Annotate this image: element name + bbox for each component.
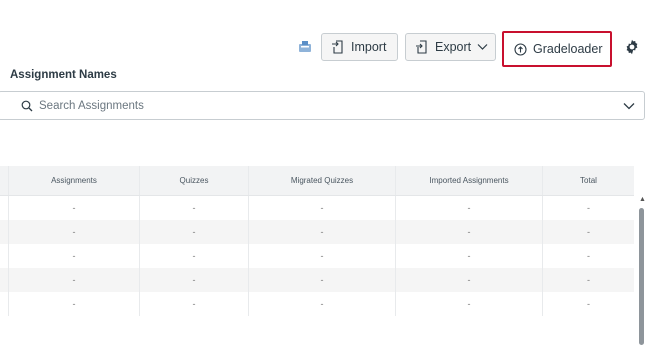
student-view-icon[interactable] [298,40,312,59]
gradeloader-button[interactable]: Gradeloader [502,31,612,67]
table-row: - - - - - [0,196,634,220]
table-row: - - - - - [0,292,634,316]
scrollbar-thumb[interactable] [639,208,644,345]
table-cell: - [396,196,543,220]
table-cell: - [396,244,543,268]
search-assignments-input[interactable] [39,99,623,112]
table-header-row: Assignments Quizzes Migrated Quizzes Imp… [0,166,634,196]
table-cell: - [396,292,543,316]
table-cell: - [140,292,249,316]
table-cell: - [140,196,249,220]
export-icon [416,40,427,54]
column-header-assignments: Assignments [9,166,140,195]
search-icon [21,100,33,112]
table-cell: - [9,292,140,316]
column-header-total: Total [580,176,597,185]
table-row: - - - - - [0,244,634,268]
import-icon [332,40,343,54]
table-row: - - - - - [0,268,634,292]
table-cell: - [249,196,396,220]
grade-summary-table: Assignments Quizzes Migrated Quizzes Imp… [0,166,634,316]
table-cell: - [396,268,543,292]
table-cell: - [140,220,249,244]
assignment-search-box[interactable] [0,91,645,120]
table-cell: - [396,220,543,244]
table-cell: - [140,244,249,268]
table-cell: - [249,292,396,316]
chevron-down-icon [477,44,488,50]
table-cell: - [9,244,140,268]
table-cell: - [587,299,590,309]
column-header-migrated-quizzes: Migrated Quizzes [249,166,396,195]
table-cell: - [249,268,396,292]
scroll-up-arrow-icon[interactable]: ▲ [639,196,646,203]
upload-circle-icon [514,42,527,56]
table-cell: - [587,275,590,285]
gear-icon[interactable] [624,39,640,60]
column-header-quizzes: Quizzes [140,166,249,195]
table-cell: - [587,203,590,213]
assignment-names-label: Assignment Names [10,69,117,81]
import-label: Import [351,40,387,54]
table-cell: - [249,220,396,244]
table-cell: - [249,244,396,268]
column-header-imported-assignments: Imported Assignments [396,166,543,195]
table-cell: - [9,196,140,220]
gradeloader-label: Gradeloader [533,42,603,56]
table-cell: - [9,220,140,244]
import-button[interactable]: Import [321,33,398,61]
table-cell: - [587,227,590,237]
table-cell: - [9,268,140,292]
export-label: Export [435,40,472,54]
export-button[interactable]: Export [405,33,496,61]
table-row: - - - - - [0,220,634,244]
chevron-down-icon[interactable] [623,102,635,110]
table-scrollbar[interactable]: ▲ [639,196,646,345]
table-cell: - [140,268,249,292]
table-cell: - [587,251,590,261]
